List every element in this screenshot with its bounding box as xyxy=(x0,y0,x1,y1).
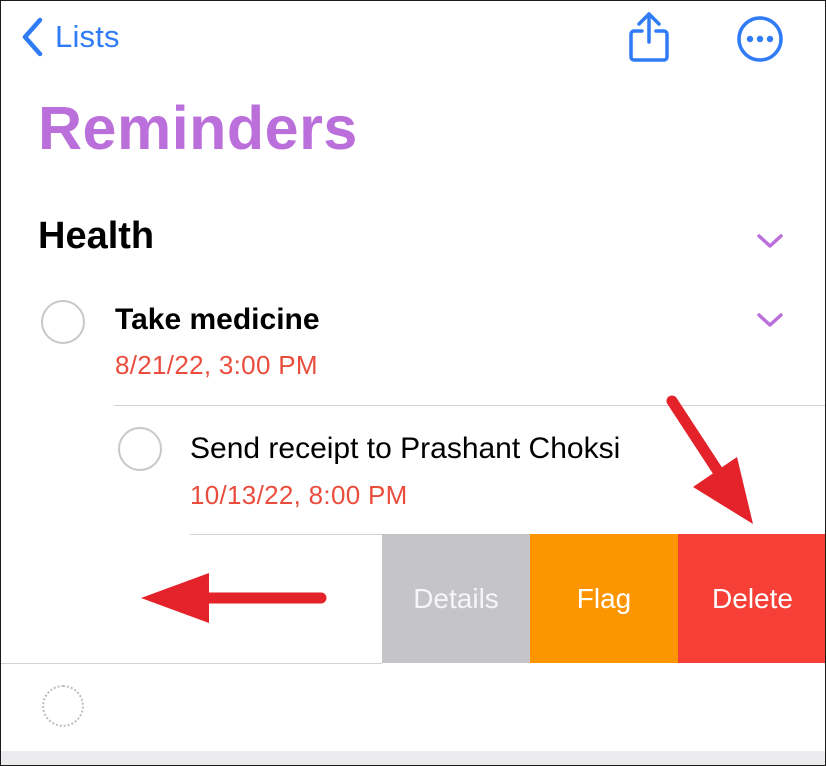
arrow-left-annotation xyxy=(141,573,327,623)
arrow-down-right-annotation xyxy=(666,395,753,524)
reminders-screen: Lists Reminders Health Take medicine 8/2… xyxy=(0,0,826,766)
annotation-arrows xyxy=(141,395,753,623)
